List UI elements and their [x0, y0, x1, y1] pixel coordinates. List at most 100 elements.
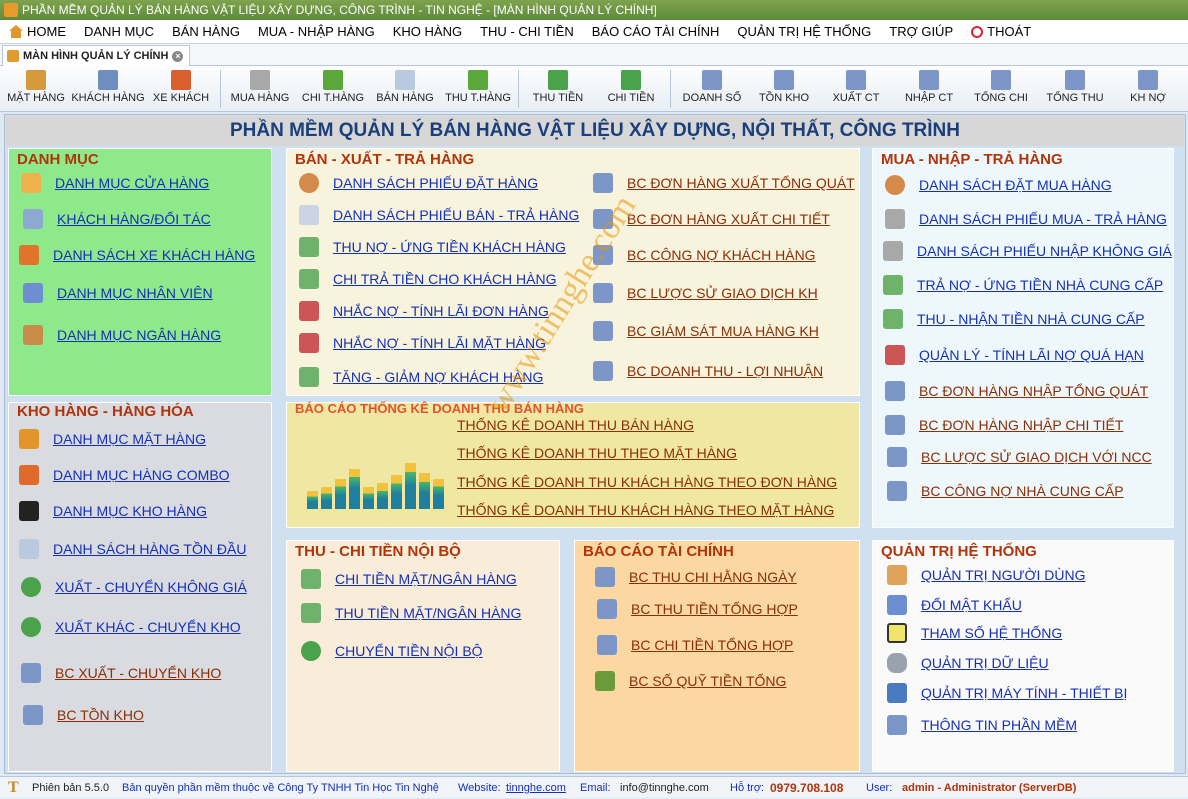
toolbar-tong-thu[interactable]: TỔNG THU	[1044, 68, 1106, 110]
report-icon	[887, 447, 907, 467]
link-tham-so-he-thong[interactable]: THAM SỐ HỆ THỐNG	[887, 623, 1062, 643]
menu-kho-hang[interactable]: KHO HÀNG	[384, 24, 471, 39]
report-icon	[595, 567, 615, 587]
link-danh-muc-ngan-hang[interactable]: DANH MỤC NGÂN HÀNG	[23, 325, 221, 345]
menu-home[interactable]: HOME	[0, 24, 75, 39]
link-thu-no-ung-tien-kh[interactable]: THU NỢ - ỨNG TIỀN KHÁCH HÀNG	[299, 237, 566, 257]
link-quan-ly-tinh-lai-no[interactable]: QUẢN LÝ - TÍNH LÃI NỢ QUÁ HẠN	[885, 345, 1144, 365]
link-danh-sach-hang-ton-dau[interactable]: DANH SÁCH HÀNG TỒN ĐẦU	[19, 539, 246, 559]
link-quan-tri-du-lieu[interactable]: QUẢN TRỊ DỮ LIỆU	[887, 653, 1049, 673]
toolbar-chi-t-hang[interactable]: CHI T.HÀNG	[298, 68, 368, 110]
link-doi-mat-khau[interactable]: ĐỔI MẬT KHẨU	[887, 595, 1022, 615]
link-bc-luoc-su-giao-dich-kh[interactable]: BC LƯỢC SỬ GIAO DỊCH KH	[593, 283, 818, 303]
toolbar-chi-tien[interactable]: CHI TIỀN	[600, 68, 662, 110]
report-icon	[593, 361, 613, 381]
link-danh-muc-nhan-vien[interactable]: DANH MỤC NHÂN VIÊN	[23, 283, 213, 303]
user-icon	[887, 595, 907, 615]
toolbar-ton-kho[interactable]: TỒN KHO	[754, 68, 814, 110]
menu-mua-nhap-hang[interactable]: MUA - NHẬP HÀNG	[249, 24, 384, 39]
link-xuat-khac-chuyen-kho[interactable]: XUẤT KHÁC - CHUYỂN KHO	[21, 617, 241, 637]
link-chi-tra-tien-kh[interactable]: CHI TRẢ TIỀN CHO KHÁCH HÀNG	[299, 269, 557, 289]
toolbar-mat-hang[interactable]: MẶT HÀNG	[6, 68, 66, 110]
link-danh-muc-kho-hang[interactable]: DANH MỤC KHO HÀNG	[19, 501, 207, 521]
panel-title: KHO HÀNG - HÀNG HÓA	[17, 403, 194, 420]
link-bc-xuat-chuyen-kho[interactable]: BC XUẤT - CHUYỂN KHO	[21, 663, 221, 683]
menu-thoat[interactable]: THOÁT	[962, 24, 1040, 39]
report-icon	[991, 70, 1011, 90]
money-list-icon	[301, 603, 321, 623]
link-phieu-ban-tra-hang[interactable]: DANH SÁCH PHIẾU BÁN - TRẢ HÀNG	[299, 205, 579, 225]
link-danh-muc-mat-hang[interactable]: DANH MỤC MẶT HÀNG	[19, 429, 206, 449]
toolbar-thu-t-hang[interactable]: THU T.HÀNG	[442, 68, 514, 110]
panel-title: BÁN - XUẤT - TRẢ HÀNG	[295, 151, 475, 168]
link-bc-so-quy-tien-tong[interactable]: BC SỐ QUỸ TIỀN TỔNG	[595, 671, 786, 691]
toolbar-tong-chi[interactable]: TỔNG CHI	[970, 68, 1032, 110]
link-bc-cong-no-kh[interactable]: BC CÔNG NỢ KHÁCH HÀNG	[593, 245, 816, 265]
link-tk-doanh-thu-ban-hang[interactable]: THỐNG KÊ DOANH THU BÁN HÀNG	[457, 417, 694, 433]
link-quan-tri-may-tinh[interactable]: QUẢN TRỊ MÁY TÍNH - THIẾT BỊ	[887, 683, 1127, 703]
link-chi-tien-mat-ngan-hang[interactable]: CHI TIỀN MẶT/NGÂN HÀNG	[301, 569, 517, 589]
menu-thu-chi-tien[interactable]: THU - CHI TIỀN	[471, 24, 583, 39]
link-danh-muc-hang-combo[interactable]: DANH MỤC HÀNG COMBO	[19, 465, 230, 485]
app-icon	[4, 3, 18, 17]
tab-main-screen[interactable]: MÀN HÌNH QUẢN LÝ CHÍNH ×	[2, 45, 191, 66]
link-nhac-no-mat-hang[interactable]: NHẮC NỢ - TÍNH LÃI MẶT HÀNG	[299, 333, 546, 353]
report-icon	[597, 599, 617, 619]
link-bc-luoc-su-giao-dich-ncc[interactable]: BC LƯỢC SỬ GIAO DỊCH VỚI NCC	[887, 447, 1152, 467]
close-tab-icon[interactable]: ×	[172, 51, 184, 62]
users-icon	[887, 565, 907, 585]
toolbar-nhap-ct[interactable]: NHẬP CT	[898, 68, 960, 110]
toolbar-doanh-so[interactable]: DOANH SỐ	[680, 68, 744, 110]
toolbar-xuat-ct[interactable]: XUẤT CT	[826, 68, 886, 110]
link-bc-thu-chi-hang-ngay[interactable]: BC THU CHI HẰNG NGÀY	[595, 567, 797, 587]
link-bc-don-hang-nhap-chi-tiet[interactable]: BC ĐƠN HÀNG NHẬP CHI TIẾT	[885, 415, 1123, 435]
toolbar-kh-no[interactable]: KH NỢ	[1120, 68, 1176, 110]
link-khach-hang-doi-tac[interactable]: KHÁCH HÀNG/ĐỐI TÁC	[23, 209, 211, 229]
toolbar-ban-hang[interactable]: BÁN HÀNG	[374, 68, 436, 110]
link-thu-nhan-tien-ncc[interactable]: THU - NHẬN TIỀN NHÀ CUNG CẤP	[883, 309, 1145, 329]
menu-ban-hang[interactable]: BÁN HÀNG	[163, 24, 249, 39]
link-nhac-no-don-hang[interactable]: NHẮC NỢ - TÍNH LÃI ĐƠN HÀNG	[299, 301, 549, 321]
link-chuyen-tien-noi-bo[interactable]: CHUYỂN TIỀN NỘI BỘ	[301, 641, 483, 661]
link-tra-no-ung-tien-ncc[interactable]: TRẢ NỢ - ỨNG TIỀN NHÀ CUNG CẤP	[883, 275, 1163, 295]
toolbar-mua-hang[interactable]: MUA HÀNG	[228, 68, 292, 110]
link-dat-mua-hang[interactable]: DANH SÁCH ĐẶT MUA HÀNG	[885, 175, 1112, 195]
menu-bar: HOME DANH MỤC BÁN HÀNG MUA - NHẬP HÀNG K…	[0, 20, 1188, 44]
toolbar-thu-tien[interactable]: THU TIỀN	[526, 68, 590, 110]
link-bc-don-hang-nhap-tong-quat[interactable]: BC ĐƠN HÀNG NHẬP TỔNG QUÁT	[885, 381, 1148, 401]
link-bc-ton-kho[interactable]: BC TỒN KHO	[23, 705, 144, 725]
link-danh-muc-cua-hang[interactable]: DANH MỤC CỬA HÀNG	[21, 173, 209, 193]
link-tk-doanh-thu-kh-mat-hang[interactable]: THỐNG KÊ DOANH THU KHÁCH HÀNG THEO MẶT H…	[457, 502, 834, 518]
link-bc-doanh-thu-loi-nhuan[interactable]: BC DOANH THU - LỢI NHUẬN	[593, 361, 823, 381]
money-icon	[468, 70, 488, 90]
toolbar-khach-hang[interactable]: KHÁCH HÀNG	[70, 68, 146, 110]
link-danh-sach-xe-khach-hang[interactable]: DANH SÁCH XE KHÁCH HÀNG	[19, 245, 255, 265]
menu-bao-cao-tai-chinh[interactable]: BÁO CÁO TÀI CHÍNH	[583, 24, 729, 39]
money-list-icon	[883, 309, 903, 329]
website-link[interactable]: tinnghe.com	[506, 777, 566, 799]
link-bc-don-hang-xuat-tong-quat[interactable]: BC ĐƠN HÀNG XUẤT TỔNG QUÁT	[593, 173, 855, 193]
link-xuat-chuyen-khong-gia[interactable]: XUẤT - CHUYỂN KHÔNG GIÁ	[21, 577, 247, 597]
link-bc-thu-tien-tong-hop[interactable]: BC THU TIỀN TỔNG HỢP	[597, 599, 798, 619]
panel-title: DANH MỤC	[17, 151, 99, 168]
panel-mua-nhap-tra-hang: MUA - NHẬP - TRẢ HÀNG DANH SÁCH ĐẶT MUA …	[872, 148, 1174, 528]
menu-danh-muc[interactable]: DANH MỤC	[75, 24, 163, 39]
link-tk-doanh-thu-kh-don-hang[interactable]: THỐNG KÊ DOANH THU KHÁCH HÀNG THEO ĐƠN H…	[457, 474, 837, 490]
toolbar: MẶT HÀNG KHÁCH HÀNG XE KHÁCH MUA HÀNG CH…	[0, 66, 1188, 112]
link-bc-cong-no-ncc[interactable]: BC CÔNG NỢ NHÀ CUNG CẤP	[887, 481, 1124, 501]
link-tk-doanh-thu-mat-hang[interactable]: THỐNG KÊ DOANH THU THEO MẶT HÀNG	[457, 445, 737, 461]
link-phieu-mua-tra-hang[interactable]: DANH SÁCH PHIẾU MUA - TRẢ HÀNG	[885, 209, 1167, 229]
support-label: Hỗ trợ:	[730, 782, 765, 794]
link-quan-tri-nguoi-dung[interactable]: QUẢN TRỊ NGƯỜI DÙNG	[887, 565, 1086, 585]
menu-quan-tri-he-thong[interactable]: QUẢN TRỊ HỆ THỐNG	[728, 24, 880, 39]
link-bc-giam-sat-mua-hang-kh[interactable]: BC GIÁM SÁT MUA HÀNG KH	[593, 321, 819, 341]
link-thu-tien-mat-ngan-hang[interactable]: THU TIỀN MẶT/NGÂN HÀNG	[301, 603, 521, 623]
link-bc-chi-tien-tong-hop[interactable]: BC CHI TIỀN TỔNG HỢP	[597, 635, 793, 655]
link-thong-tin-phan-mem[interactable]: THÔNG TIN PHẦN MỀM	[887, 715, 1077, 735]
toolbar-xe-khach[interactable]: XE KHÁCH	[150, 68, 212, 110]
link-phieu-nhap-khong-gia[interactable]: DANH SÁCH PHIẾU NHẬP KHÔNG GIÁ	[883, 241, 1172, 261]
order-icon	[885, 175, 905, 195]
version: Phiên bản 5.5.0	[32, 782, 110, 794]
link-phieu-dat-hang[interactable]: DANH SÁCH PHIẾU ĐẶT HÀNG	[299, 173, 538, 193]
menu-tro-giup[interactable]: TRỢ GIÚP	[880, 24, 962, 39]
